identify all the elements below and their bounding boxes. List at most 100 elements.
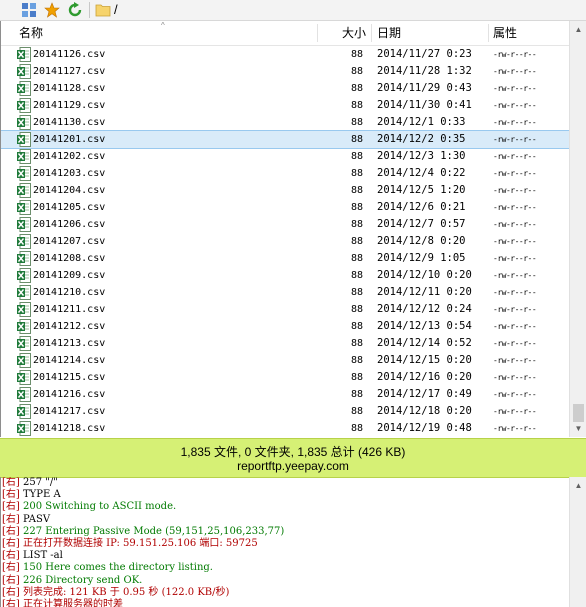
file-name: 20141128.csv [33, 83, 106, 94]
file-size: 88 [350, 236, 363, 247]
log-text: 150 Here comes the directory listing. [23, 562, 213, 574]
file-date: 2014/12/17 0:49 [377, 388, 472, 400]
current-path[interactable]: / [114, 2, 118, 17]
column-divider[interactable] [371, 24, 372, 42]
favorites-star-icon[interactable] [43, 1, 61, 19]
file-row[interactable]: 20141212.csv 88 2014/12/13 0:54 -rw-r--r-- [1, 318, 570, 335]
log-tag: [右] [2, 574, 20, 586]
file-row[interactable]: 20141128.csv 88 2014/11/29 0:43 -rw-r--r-- [1, 80, 570, 97]
file-date: 2014/12/4 0:22 [377, 167, 466, 179]
log-text: LIST -al [23, 550, 63, 562]
remote-file-list[interactable]: 名称 ^ 大小 日期 属性 20141126.csv 88 2014/11/27 0… [0, 21, 570, 437]
log-text: 226 Directory send OK. [23, 574, 143, 586]
log-tag: [右] [2, 586, 20, 598]
log-text: 列表完成: 121 KB 于 0.95 秒 (122.0 KB/秒) [23, 586, 230, 598]
file-rows: 20141126.csv 88 2014/11/27 0:23 -rw-r--r-- 2… [1, 46, 570, 437]
log-text: 227 Entering Passive Mode (59,151,25,106… [23, 525, 285, 537]
folder-icon [94, 1, 112, 19]
file-row[interactable]: 20141209.csv 88 2014/12/10 0:20 -rw-r--r-- [1, 267, 570, 284]
log-line: [右] 列表完成: 121 KB 于 0.95 秒 (122.0 KB/秒) [1, 587, 570, 599]
file-attributes: -rw-r--r-- [493, 305, 537, 314]
file-row[interactable]: 20141211.csv 88 2014/12/12 0:24 -rw-r--r-- [1, 301, 570, 318]
file-size: 88 [350, 253, 363, 264]
session-log[interactable]: [右] 257 "/" [右] TYPE A [右] 200 Switching t… [0, 477, 570, 607]
file-row[interactable]: 20141210.csv 88 2014/12/11 0:20 -rw-r--r-- [1, 284, 570, 301]
file-size: 88 [350, 151, 363, 162]
column-header-row: 名称 ^ 大小 日期 属性 [1, 21, 570, 46]
toolbar: / [0, 0, 586, 21]
file-attributes: -rw-r--r-- [493, 84, 537, 93]
network-icon[interactable] [20, 1, 38, 19]
file-size: 88 [350, 202, 363, 213]
file-row[interactable]: 20141214.csv 88 2014/12/15 0:20 -rw-r--r-- [1, 352, 570, 369]
column-divider[interactable] [317, 24, 318, 42]
file-row[interactable]: 20141129.csv 88 2014/11/30 0:41 -rw-r--r-- [1, 97, 570, 114]
file-name: 20141217.csv [33, 406, 106, 417]
file-date: 2014/12/12 0:24 [377, 303, 472, 315]
file-name: 20141204.csv [33, 185, 106, 196]
file-attributes: -rw-r--r-- [493, 203, 537, 212]
file-row[interactable]: 20141203.csv 88 2014/12/4 0:22 -rw-r--r-- [1, 165, 570, 182]
file-row[interactable]: 20141215.csv 88 2014/12/16 0:20 -rw-r--r-- [1, 369, 570, 386]
file-row[interactable]: 20141202.csv 88 2014/12/3 1:30 -rw-r--r-- [1, 148, 570, 165]
file-list-scrollbar[interactable]: ▲ ▼ [569, 21, 586, 437]
column-name-header[interactable]: 名称 [19, 21, 43, 45]
column-date-header[interactable]: 日期 [377, 21, 401, 45]
file-row[interactable]: 20141216.csv 88 2014/12/17 0:49 -rw-r--r-- [1, 386, 570, 403]
column-attr-header[interactable]: 属性 [493, 21, 517, 45]
file-date: 2014/12/15 0:20 [377, 354, 472, 366]
excel-file-icon [17, 149, 31, 164]
excel-file-icon [17, 319, 31, 334]
log-line: [右] 226 Directory send OK. [1, 575, 570, 587]
file-date: 2014/12/19 0:48 [377, 422, 472, 434]
file-row[interactable]: 20141127.csv 88 2014/11/28 1:32 -rw-r--r-- [1, 63, 570, 80]
log-text: PASV [23, 513, 51, 525]
file-attributes: -rw-r--r-- [493, 220, 537, 229]
log-line: [右] 200 Switching to ASCII mode. [1, 501, 570, 513]
file-size: 88 [350, 423, 363, 434]
file-size: 88 [350, 117, 363, 128]
log-tag: [右] [2, 525, 20, 537]
file-row[interactable]: 20141218.csv 88 2014/12/19 0:48 -rw-r--r-- [1, 420, 570, 437]
file-date: 2014/12/1 0:33 [377, 116, 466, 128]
file-row[interactable]: 20141204.csv 88 2014/12/5 1:20 -rw-r--r-- [1, 182, 570, 199]
file-attributes: -rw-r--r-- [493, 271, 537, 280]
column-divider[interactable] [488, 24, 489, 42]
file-row[interactable]: 20141205.csv 88 2014/12/6 0:21 -rw-r--r-- [1, 199, 570, 216]
file-name: 20141130.csv [33, 117, 106, 128]
file-row[interactable]: 20141201.csv 88 2014/12/2 0:35 -rw-r--r-- [1, 130, 570, 149]
file-name: 20141212.csv [33, 321, 106, 332]
log-tag: [右] [2, 598, 20, 607]
log-text: TYPE A [23, 489, 61, 501]
file-row[interactable]: 20141217.csv 88 2014/12/18 0:20 -rw-r--r-- [1, 403, 570, 420]
file-size: 88 [350, 389, 363, 400]
file-name: 20141129.csv [33, 100, 106, 111]
file-date: 2014/11/28 1:32 [377, 65, 472, 77]
refresh-icon[interactable] [66, 1, 84, 19]
excel-file-icon [17, 81, 31, 96]
log-scrollbar[interactable]: ▲ [569, 477, 586, 607]
excel-file-icon [17, 64, 31, 79]
scroll-down-arrow-icon[interactable]: ▼ [570, 420, 586, 437]
scroll-up-arrow-icon[interactable]: ▲ [570, 21, 586, 38]
file-row[interactable]: 20141130.csv 88 2014/12/1 0:33 -rw-r--r-- [1, 114, 570, 131]
file-size: 88 [350, 168, 363, 179]
file-row[interactable]: 20141213.csv 88 2014/12/14 0:52 -rw-r--r-- [1, 335, 570, 352]
file-row[interactable]: 20141206.csv 88 2014/12/7 0:57 -rw-r--r-- [1, 216, 570, 233]
excel-file-icon [17, 421, 31, 436]
excel-file-icon [17, 132, 31, 147]
excel-file-icon [17, 251, 31, 266]
excel-file-icon [17, 217, 31, 232]
file-row[interactable]: 20141207.csv 88 2014/12/8 0:20 -rw-r--r-- [1, 233, 570, 250]
scroll-up-arrow-icon[interactable]: ▲ [570, 477, 586, 494]
file-name: 20141213.csv [33, 338, 106, 349]
file-row[interactable]: 20141126.csv 88 2014/11/27 0:23 -rw-r--r-- [1, 46, 570, 63]
file-date: 2014/11/29 0:43 [377, 82, 472, 94]
file-row[interactable]: 20141208.csv 88 2014/12/9 1:05 -rw-r--r-- [1, 250, 570, 267]
column-size-header[interactable]: 大小 [342, 21, 366, 45]
file-size: 88 [350, 66, 363, 77]
file-date: 2014/11/30 0:41 [377, 99, 472, 111]
file-attributes: -rw-r--r-- [493, 373, 537, 382]
file-date: 2014/12/9 1:05 [377, 252, 466, 264]
file-attributes: -rw-r--r-- [493, 288, 537, 297]
